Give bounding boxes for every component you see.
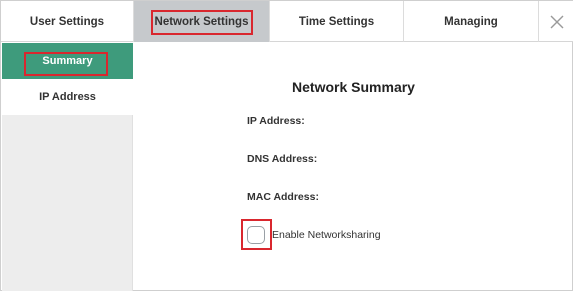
networksharing-label: Enable Networksharing	[272, 229, 381, 241]
tab-time-settings[interactable]: Time Settings	[270, 1, 404, 42]
sidebar-item-ip-address[interactable]: IP Address	[2, 79, 133, 115]
sidebar: Summary IP Address	[2, 43, 133, 291]
tab-network-settings[interactable]: Network Settings	[134, 1, 270, 42]
mac-address-label: MAC Address:	[247, 191, 319, 203]
networksharing-checkbox[interactable]	[247, 226, 265, 244]
tab-managing[interactable]: Managing	[404, 1, 539, 42]
close-icon-glyph	[550, 15, 563, 28]
tab-bar: User Settings Network Settings Time Sett…	[1, 1, 573, 42]
close-icon[interactable]	[539, 1, 573, 42]
ip-address-label: IP Address:	[247, 115, 305, 127]
window: User Settings Network Settings Time Sett…	[0, 0, 573, 291]
networksharing-row: Enable Networksharing	[247, 226, 381, 244]
main-panel: Network Summary IP Address: DNS Address:…	[134, 43, 573, 291]
tab-user-settings[interactable]: User Settings	[1, 1, 134, 42]
page-title: Network Summary	[292, 79, 415, 95]
sidebar-item-summary[interactable]: Summary	[2, 43, 133, 79]
dns-address-label: DNS Address:	[247, 153, 318, 165]
